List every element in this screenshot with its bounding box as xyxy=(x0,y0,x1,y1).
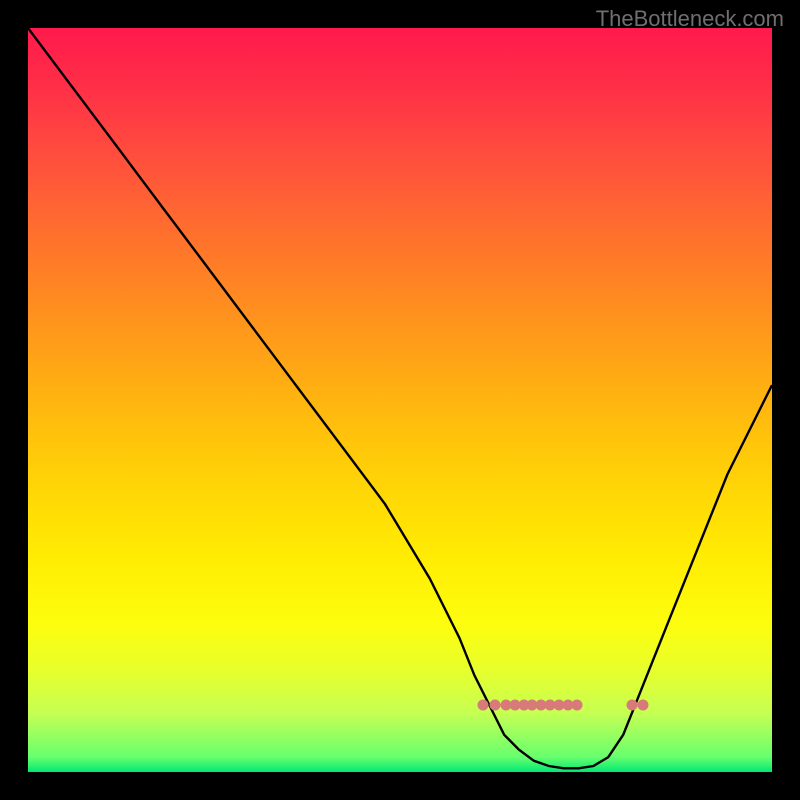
highlight-dot xyxy=(490,700,501,711)
chart-curve-svg xyxy=(28,28,772,772)
highlight-dot xyxy=(627,700,638,711)
chart-plot-area xyxy=(28,28,772,772)
watermark-text: TheBottleneck.com xyxy=(596,6,784,32)
highlight-dot xyxy=(478,700,489,711)
highlight-dot xyxy=(572,700,583,711)
highlight-dot xyxy=(637,700,648,711)
bottleneck-curve-path xyxy=(28,28,772,768)
